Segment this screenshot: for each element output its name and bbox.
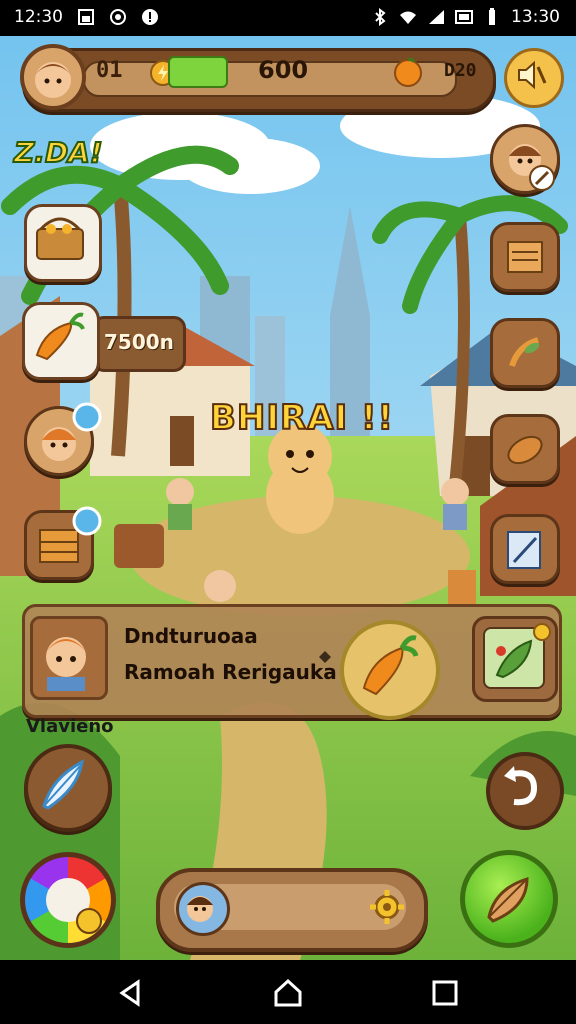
coin-count: 600 bbox=[258, 56, 309, 84]
recipe-book-icon bbox=[507, 241, 543, 273]
undo-arrow-icon bbox=[504, 766, 538, 806]
bottom-avatar[interactable] bbox=[176, 882, 230, 936]
quill-button[interactable] bbox=[24, 744, 112, 832]
basket-card[interactable] bbox=[24, 204, 102, 282]
android-nav-bar bbox=[0, 960, 576, 1024]
quest-avatar bbox=[30, 616, 108, 700]
quest-character-icon bbox=[45, 637, 87, 691]
status-bar: 12:30 13:30 bbox=[0, 0, 576, 36]
home-icon[interactable] bbox=[272, 978, 304, 1008]
boy-face-icon bbox=[187, 896, 213, 922]
level-indicator: 01 bbox=[96, 58, 123, 83]
seed-shop-button[interactable] bbox=[490, 318, 560, 388]
quest-subtitle: Ramoah Rerigauka bbox=[124, 660, 337, 684]
diamond-marker-icon bbox=[319, 651, 331, 663]
day-counter: D20 bbox=[444, 60, 477, 81]
undo-button[interactable] bbox=[486, 752, 564, 830]
carrot-price-text: 7500n bbox=[104, 330, 174, 354]
basket-icon bbox=[36, 217, 84, 260]
quest-target-item[interactable] bbox=[340, 620, 440, 720]
gold-dot-icon bbox=[533, 623, 551, 641]
cast-icon bbox=[455, 10, 473, 24]
quest-title: Dndturuoaa bbox=[124, 624, 258, 648]
orange-fruit-icon bbox=[394, 57, 422, 87]
alert-notification-icon bbox=[142, 9, 158, 25]
chat-bubble-icon bbox=[72, 402, 102, 432]
recents-icon[interactable] bbox=[430, 978, 460, 1008]
scene-banner: BHIRAI !! bbox=[209, 397, 395, 439]
notebook-button[interactable] bbox=[490, 514, 560, 584]
wifi-icon bbox=[400, 11, 416, 24]
wrench-icon bbox=[529, 165, 555, 191]
recipe-book-button[interactable] bbox=[490, 222, 560, 292]
player-avatar[interactable] bbox=[20, 44, 86, 110]
bluetooth-icon bbox=[375, 8, 386, 26]
game-viewport[interactable]: 01 600 D20 Z.DA! 7500n BHIRAI !! Dndturu… bbox=[0, 36, 576, 960]
sync-notification-icon bbox=[110, 9, 126, 25]
status-time-right: 13:30 bbox=[511, 7, 560, 27]
color-wheel-button[interactable] bbox=[20, 852, 116, 948]
carrot-icon bbox=[35, 312, 85, 361]
status-time-left: 12:30 bbox=[14, 7, 63, 27]
image-notification-icon bbox=[78, 9, 94, 25]
carrot-card[interactable] bbox=[22, 302, 100, 380]
palette-icon bbox=[46, 878, 102, 934]
left-banner-text: Z.DA! bbox=[13, 135, 104, 170]
bottom-left-label: Vlavieno bbox=[26, 716, 114, 737]
sound-toggle-button[interactable] bbox=[504, 48, 564, 108]
notebook-icon bbox=[507, 531, 541, 569]
seed-pod-icon bbox=[487, 876, 529, 923]
player-face-icon bbox=[34, 62, 72, 98]
carrot-icon bbox=[362, 635, 419, 696]
energy-bar-fill bbox=[168, 56, 228, 88]
back-icon[interactable] bbox=[116, 978, 146, 1008]
feather-icon bbox=[42, 759, 84, 810]
seed-icon bbox=[509, 337, 540, 367]
chat-bubble-icon bbox=[72, 506, 102, 536]
bread-icon bbox=[507, 435, 543, 465]
bread-button[interactable] bbox=[490, 414, 560, 484]
harvest-button[interactable] bbox=[460, 850, 558, 948]
speaker-mute-icon bbox=[518, 60, 547, 90]
gear-icon[interactable] bbox=[368, 888, 406, 926]
signal-icon bbox=[429, 10, 444, 24]
battery-icon bbox=[489, 8, 495, 25]
